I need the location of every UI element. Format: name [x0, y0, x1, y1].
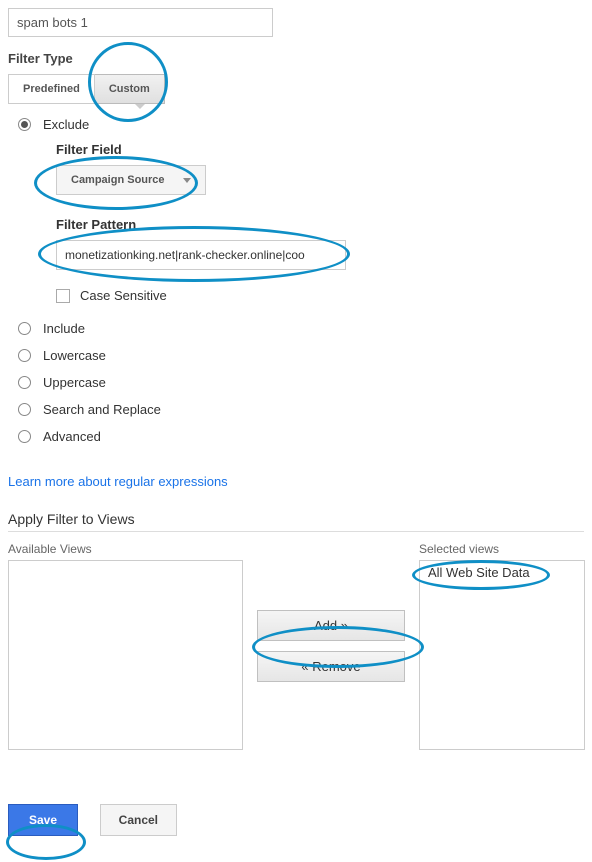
radio-exclude-label: Exclude [43, 117, 89, 132]
filter-type-tabs: Predefined Custom [8, 74, 584, 104]
radio-include[interactable] [18, 322, 31, 335]
radio-uppercase-row[interactable]: Uppercase [18, 375, 584, 390]
radio-include-row[interactable]: Include [18, 321, 584, 336]
radio-search-replace-row[interactable]: Search and Replace [18, 402, 584, 417]
filter-field-value: Campaign Source [71, 174, 165, 186]
radio-advanced-row[interactable]: Advanced [18, 429, 584, 444]
selected-views-label: Selected views [419, 542, 585, 556]
list-item[interactable]: All Web Site Data [420, 561, 584, 584]
available-views-label: Available Views [8, 542, 243, 556]
radio-uppercase-label: Uppercase [43, 375, 106, 390]
filter-field-dropdown[interactable]: Campaign Source [56, 165, 206, 195]
remove-button[interactable]: « Remove [257, 651, 405, 682]
radio-advanced[interactable] [18, 430, 31, 443]
regex-learn-link[interactable]: Learn more about regular expressions [8, 474, 228, 489]
divider [8, 531, 584, 532]
save-button[interactable]: Save [8, 804, 78, 836]
filter-field-label: Filter Field [56, 142, 584, 157]
radio-include-label: Include [43, 321, 85, 336]
radio-search-replace-label: Search and Replace [43, 402, 161, 417]
radio-lowercase-label: Lowercase [43, 348, 106, 363]
radio-uppercase[interactable] [18, 376, 31, 389]
filter-pattern-input[interactable] [56, 240, 346, 270]
tab-custom[interactable]: Custom [95, 74, 165, 104]
radio-exclude-row[interactable]: Exclude [18, 117, 584, 132]
radio-lowercase[interactable] [18, 349, 31, 362]
filter-pattern-label: Filter Pattern [56, 217, 584, 232]
radio-exclude[interactable] [18, 118, 31, 131]
case-sensitive-checkbox[interactable] [56, 289, 70, 303]
cancel-button[interactable]: Cancel [100, 804, 177, 836]
chevron-down-icon [183, 178, 191, 183]
radio-advanced-label: Advanced [43, 429, 101, 444]
radio-search-replace[interactable] [18, 403, 31, 416]
radio-lowercase-row[interactable]: Lowercase [18, 348, 584, 363]
add-button[interactable]: Add » [257, 610, 405, 641]
filter-name-input[interactable] [8, 8, 273, 37]
apply-filter-label: Apply Filter to Views [8, 511, 584, 527]
selected-views-listbox[interactable]: All Web Site Data [419, 560, 585, 750]
case-sensitive-label: Case Sensitive [80, 288, 167, 303]
case-sensitive-row[interactable]: Case Sensitive [56, 288, 584, 303]
filter-type-label: Filter Type [8, 51, 584, 66]
available-views-listbox[interactable] [8, 560, 243, 750]
tab-predefined[interactable]: Predefined [8, 74, 95, 104]
